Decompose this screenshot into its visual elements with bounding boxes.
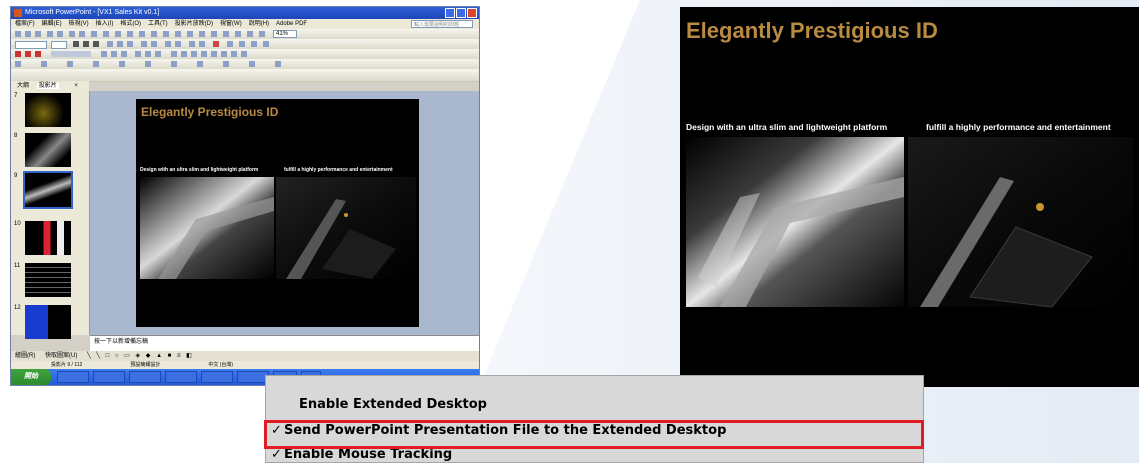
close-button[interactable] xyxy=(467,8,477,18)
bottom-drawing-toolbar[interactable]: 繪圖(R) 快取圖案(U) ╲ ╲ □ ○ ▭ ◈ ◆ ▲ ■ ≡ ◧ xyxy=(11,351,479,361)
menu-file[interactable]: 檔案(F) xyxy=(15,19,35,29)
window-title: Microsoft PowerPoint - [VX1 Sales Kit v0… xyxy=(25,9,160,16)
start-button[interactable]: 開始 xyxy=(11,369,51,385)
menu-window[interactable]: 視窗(W) xyxy=(220,19,242,29)
close-pane-icon[interactable]: × xyxy=(74,83,78,89)
window-titlebar: Microsoft PowerPoint - [VX1 Sales Kit v0… xyxy=(11,7,479,19)
status-slide-count: 投影片 9 / 112 xyxy=(51,362,83,368)
powerpoint-icon xyxy=(14,9,22,17)
extended-desktop-slide: Elegantly Prestigious ID Design with an … xyxy=(680,7,1139,387)
minimize-button[interactable] xyxy=(445,8,455,18)
menu-item-label: Enable Extended Desktop xyxy=(299,397,487,412)
caption-left: Design with an ultra slim and lightweigh… xyxy=(140,167,259,173)
menu-adobe-pdf[interactable]: Adobe PDF xyxy=(276,19,307,29)
menu-slideshow[interactable]: 投影片放映(D) xyxy=(175,19,213,29)
thumbnail-row[interactable]: 7 xyxy=(11,91,89,129)
slide-thumbnail[interactable] xyxy=(25,263,71,297)
taskbar-item[interactable] xyxy=(93,371,125,383)
thumbnail-number: 12 xyxy=(14,305,21,311)
menu-tools[interactable]: 工具(T) xyxy=(148,19,168,29)
shape-tools-icon[interactable]: ╲ ╲ □ ○ ▭ ◈ ◆ ▲ ■ ≡ ◧ xyxy=(87,353,194,359)
menu-help[interactable]: 說明(H) xyxy=(249,19,269,29)
taskbar-item[interactable] xyxy=(129,371,161,383)
thumbnail-row[interactable]: 10 xyxy=(11,219,89,257)
menu-edit[interactable]: 編輯(E) xyxy=(42,19,62,29)
current-slide[interactable]: Elegantly Prestigious ID Design with an … xyxy=(136,99,419,327)
help-search-input[interactable]: 輸入需要說明的問題 xyxy=(411,20,473,28)
taskbar-item[interactable] xyxy=(165,371,197,383)
draw-menu[interactable]: 繪圖(R) xyxy=(15,353,35,359)
menu-bar: 檔案(F) 編輯(E) 檢視(V) 插入(I) 格式(O) 工具(T) 投影片放… xyxy=(11,19,479,29)
slide-thumbnail[interactable] xyxy=(25,133,71,167)
thumbnail-row[interactable]: 11 xyxy=(11,261,89,299)
laptop-photo xyxy=(140,177,416,279)
thumbnail-row[interactable]: 12 xyxy=(11,303,89,341)
slide-thumbnail[interactable] xyxy=(25,93,71,127)
tab-slides[interactable]: 投影片 xyxy=(36,83,59,89)
maximize-button[interactable] xyxy=(456,8,466,18)
notes-pane[interactable]: 按一下以新增備忘稿 xyxy=(90,335,479,352)
thumbnail-number: 10 xyxy=(14,221,21,227)
caption-right: fulfill a highly performance and enterta… xyxy=(284,167,393,173)
tab-outline[interactable]: 大綱 xyxy=(17,83,29,89)
status-language: 中文 (台灣) xyxy=(208,362,234,368)
thumbnail-number: 9 xyxy=(14,173,18,179)
extended-caption-left: Design with an ultra slim and lightweigh… xyxy=(686,122,888,132)
slide-thumbnail[interactable] xyxy=(25,305,71,339)
thumbnail-number: 7 xyxy=(14,93,18,99)
taskbar-item[interactable] xyxy=(201,371,233,383)
autoshapes-menu[interactable]: 快取圖案(U) xyxy=(45,353,77,359)
pane-tabs: 大綱 投影片 × xyxy=(11,81,89,91)
extended-laptop-photo xyxy=(686,137,1133,308)
status-bar: 投影片 9 / 112 預設簡報設計 中文 (台灣) xyxy=(11,361,479,369)
checkmark-icon: ✓ xyxy=(271,447,282,462)
menu-view[interactable]: 檢視(V) xyxy=(69,19,89,29)
taskbar-item[interactable] xyxy=(57,371,89,383)
thumbnail-row[interactable]: 9 xyxy=(11,171,89,209)
menu-insert[interactable]: 插入(I) xyxy=(96,19,114,29)
slide-editing-area[interactable]: Elegantly Prestigious ID Design with an … xyxy=(90,91,479,335)
powerpoint-window: Microsoft PowerPoint - [VX1 Sales Kit v0… xyxy=(10,6,480,386)
status-design: 預設簡報設計 xyxy=(130,362,161,368)
highlight-box xyxy=(264,420,924,449)
slide-thumbnail-selected[interactable] xyxy=(23,171,73,209)
menu-format[interactable]: 格式(O) xyxy=(120,19,141,29)
thumbnail-row[interactable]: 8 xyxy=(11,131,89,169)
thumbnail-number: 8 xyxy=(14,133,18,139)
slide-thumbnail[interactable] xyxy=(25,221,71,255)
context-menu: Enable Extended Desktop ✓ Send PowerPoin… xyxy=(265,375,924,463)
menu-item-label: Enable Mouse Tracking xyxy=(284,447,453,462)
slide-thumbnail-pane[interactable]: 7 8 9 10 11 12 xyxy=(11,91,90,339)
menu-item-enable-extended-desktop[interactable]: Enable Extended Desktop xyxy=(266,393,923,417)
thumbnail-number: 11 xyxy=(14,263,21,269)
extended-caption-right: fulfill a highly performance and enterta… xyxy=(926,122,1111,132)
zoom-select[interactable]: 41% xyxy=(273,30,298,38)
